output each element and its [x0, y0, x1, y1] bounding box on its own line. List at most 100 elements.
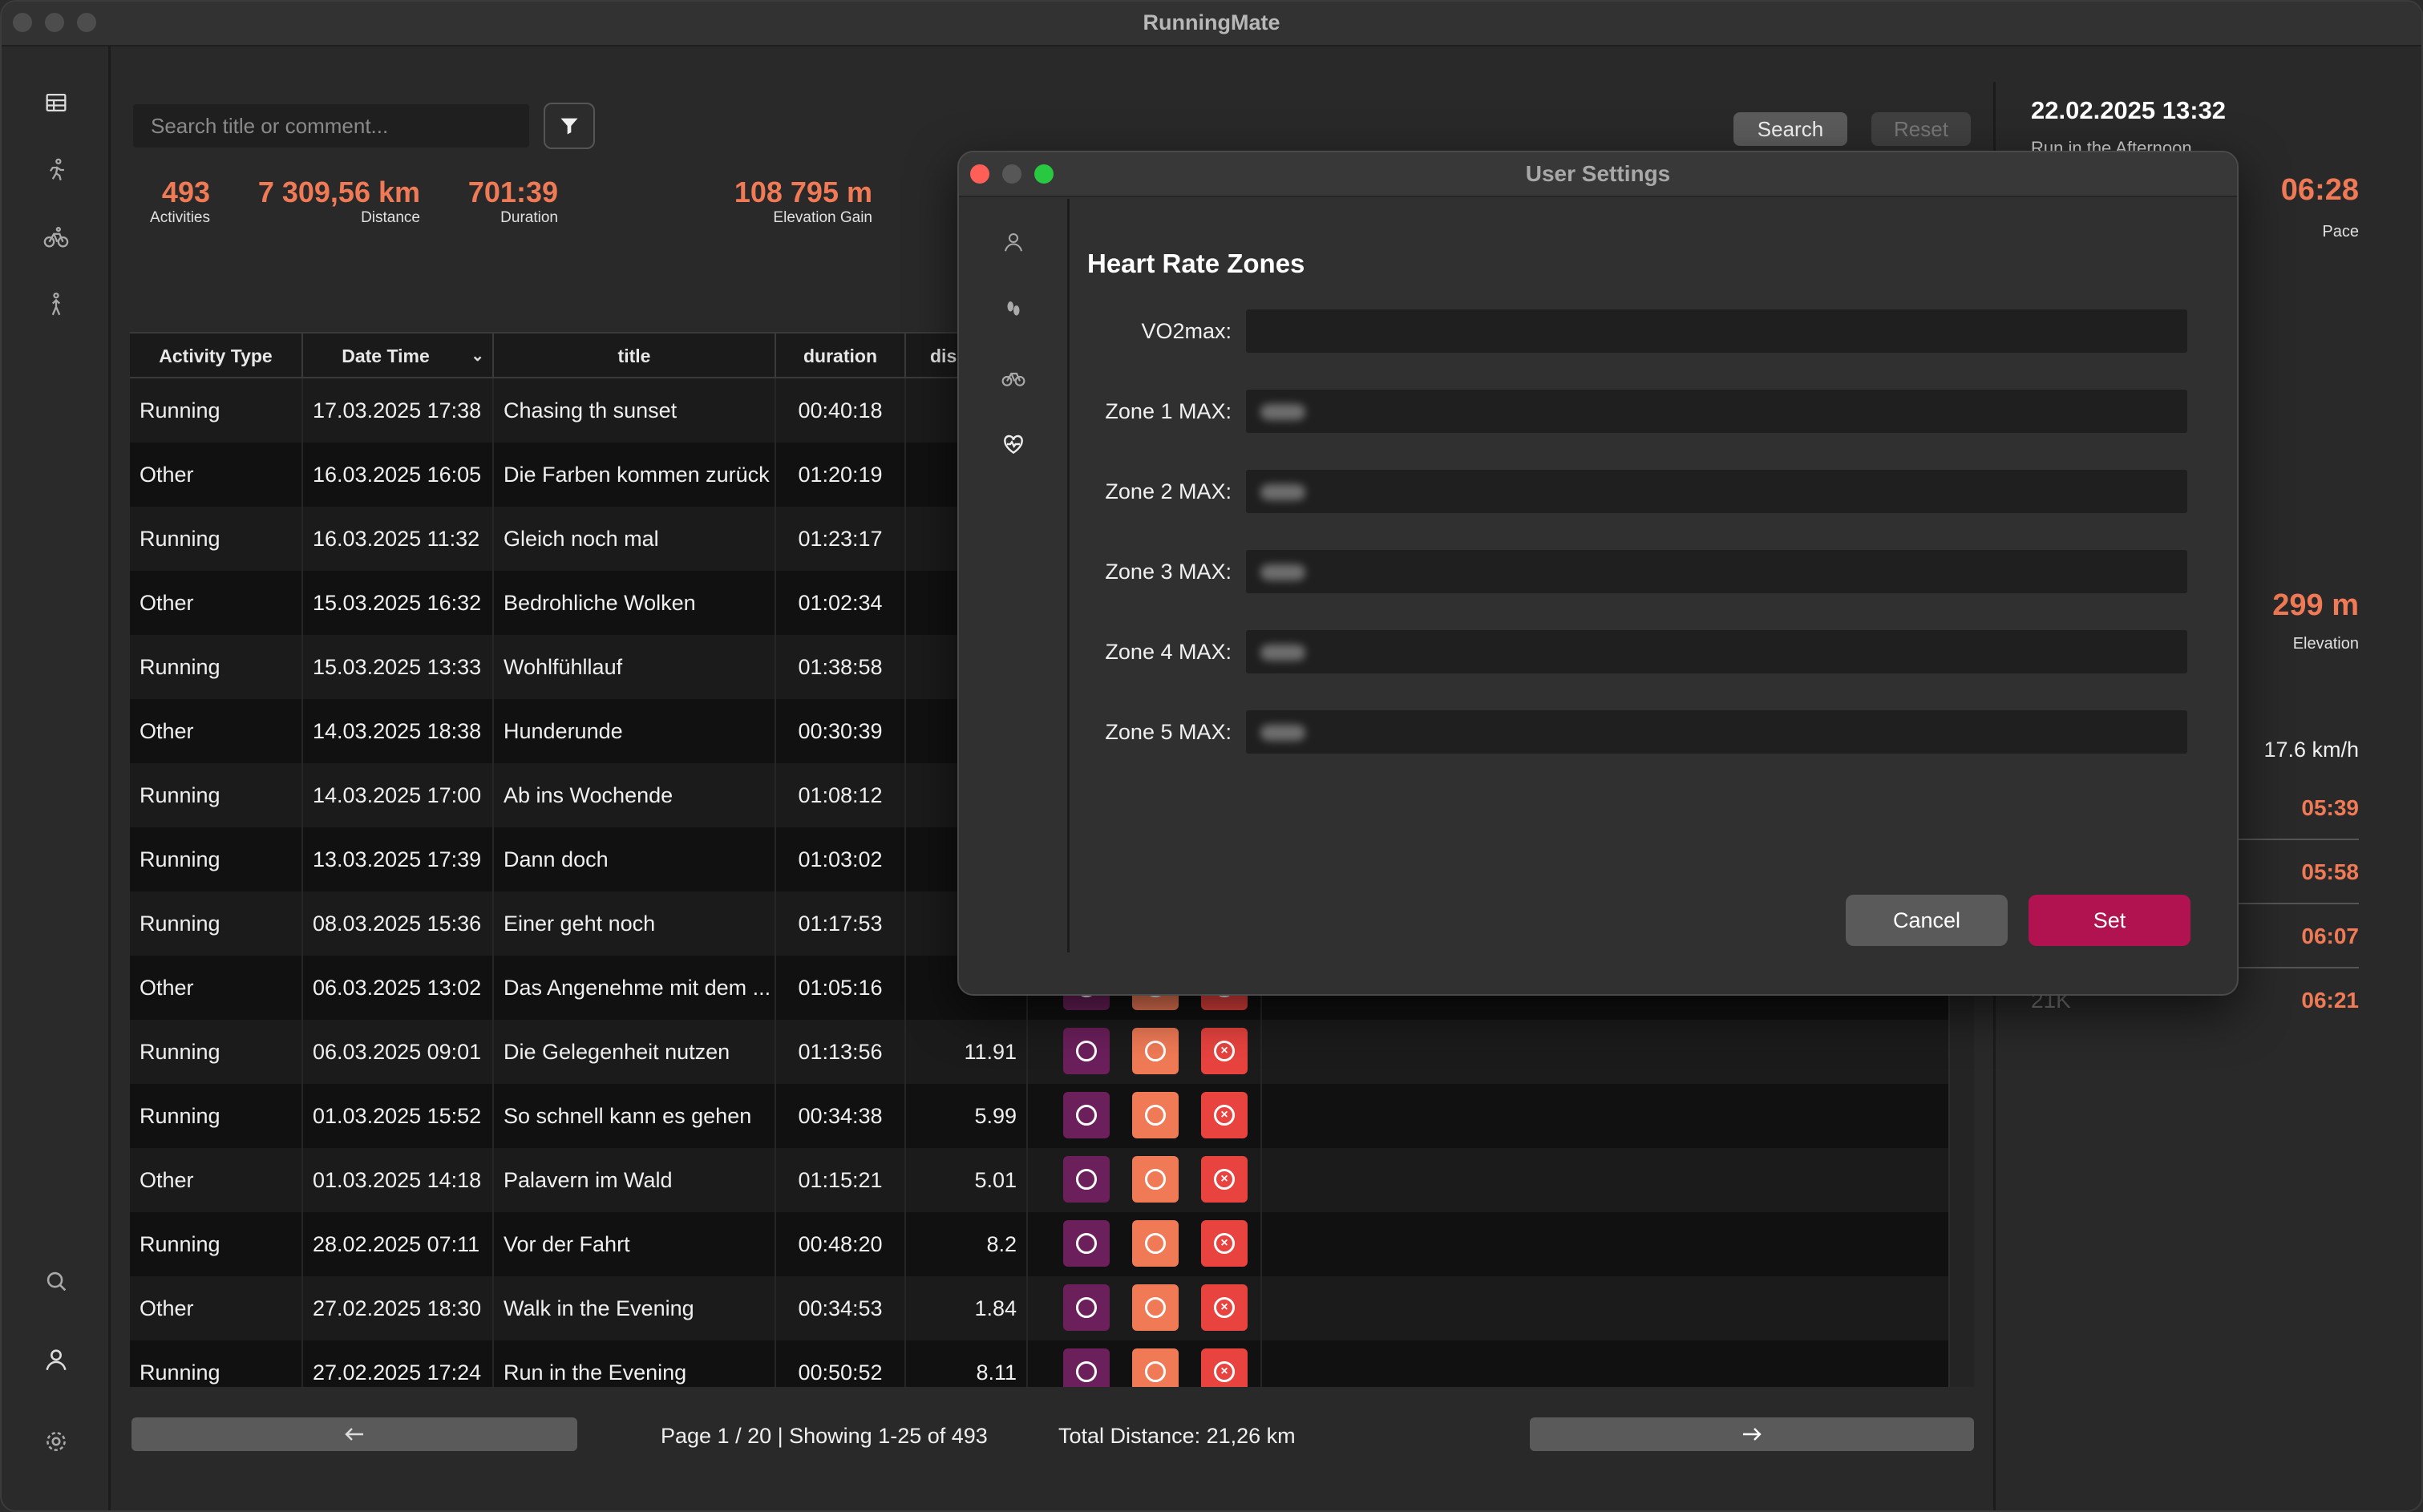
zone4-label: Zone 4 MAX:	[1105, 640, 1232, 664]
stat-label: Duration	[500, 209, 558, 226]
cell-activity-type: Running	[130, 1020, 303, 1084]
action-column-divider	[1260, 1084, 1262, 1148]
delete-activity-button[interactable]: ×	[1201, 1284, 1248, 1331]
zone4-field[interactable]	[1246, 630, 2187, 673]
garmin-link-button[interactable]	[1132, 1092, 1179, 1138]
cell-activity-type: Other	[130, 1148, 303, 1212]
zone3-label: Zone 3 MAX:	[1105, 560, 1232, 584]
strava-icon	[1076, 1105, 1097, 1126]
settings-gear-icon[interactable]	[37, 1422, 75, 1461]
dialog-zoom-button[interactable]	[1034, 164, 1054, 184]
cell-date-time: 15.03.2025 13:33	[303, 635, 494, 699]
action-column-divider	[1260, 1276, 1262, 1340]
next-page-button[interactable]	[1530, 1417, 1974, 1451]
cancel-button[interactable]: Cancel	[1846, 895, 2008, 946]
strava-icon	[1076, 1041, 1097, 1061]
split-value: 05:39	[2301, 795, 2359, 820]
strava-link-button[interactable]	[1063, 1028, 1110, 1074]
cell-duration: 01:03:02	[776, 827, 906, 891]
stat-duration: 701:39 Duration	[451, 176, 558, 228]
dialog-minimize-button[interactable]	[1002, 164, 1021, 184]
strava-link-button[interactable]	[1063, 1092, 1110, 1138]
delete-activity-button[interactable]: ×	[1201, 1028, 1248, 1074]
cell-duration: 00:30:39	[776, 699, 906, 763]
elevation-label: Elevation	[2292, 635, 2359, 653]
garmin-link-button[interactable]	[1132, 1348, 1179, 1387]
profile-icon[interactable]	[994, 223, 1033, 261]
search-button[interactable]: Search	[1733, 112, 1847, 146]
garmin-link-button[interactable]	[1132, 1028, 1179, 1074]
cell-activity-type: Other	[130, 443, 303, 507]
heart-rate-zones-heading: Heart Rate Zones	[1087, 249, 1305, 278]
cycling-icon[interactable]	[37, 218, 75, 257]
table-row[interactable]: Running 27.02.2025 17:24 Run in the Evenin…	[130, 1340, 1948, 1387]
cell-title: Palavern im Wald	[494, 1148, 776, 1212]
split-value: 06:07	[2301, 924, 2359, 948]
stat-value: 108 795 m	[734, 176, 872, 208]
action-column-divider	[1260, 1212, 1262, 1276]
delete-activity-button[interactable]: ×	[1201, 1092, 1248, 1138]
previous-page-button[interactable]	[131, 1417, 577, 1451]
search-input[interactable]: Search title or comment...	[133, 104, 529, 148]
zone5-label: Zone 5 MAX:	[1105, 720, 1232, 744]
table-row[interactable]: Running 28.02.2025 07:11 Vor der Fahrt 00:4…	[130, 1212, 1948, 1276]
cell-distance: 5.99	[906, 1084, 1028, 1148]
cell-activity-type: Running	[130, 378, 303, 443]
running-icon[interactable]	[37, 151, 75, 189]
sidebar	[2, 46, 111, 1510]
delete-x-icon: ×	[1214, 1169, 1235, 1190]
user-icon[interactable]	[37, 1340, 75, 1379]
cell-duration: 01:08:12	[776, 763, 906, 827]
pace-label: Pace	[2322, 223, 2359, 241]
reset-button[interactable]: Reset	[1871, 112, 1971, 146]
zone2-field[interactable]	[1246, 470, 2187, 513]
strava-link-button[interactable]	[1063, 1348, 1110, 1387]
column-date-time[interactable]: Date Time ⌄	[303, 334, 494, 378]
cell-date-time: 27.02.2025 18:30	[303, 1276, 494, 1340]
table-view-icon[interactable]	[37, 83, 75, 122]
stat-value: 493	[161, 176, 210, 208]
pace-value: 06:28	[2280, 173, 2359, 207]
zone3-field[interactable]	[1246, 550, 2187, 593]
set-button[interactable]: Set	[2029, 895, 2190, 946]
strava-link-button[interactable]	[1063, 1156, 1110, 1203]
cell-duration: 01:05:16	[776, 956, 906, 1020]
zone1-field[interactable]	[1246, 390, 2187, 433]
elevation-value: 299 m	[2272, 588, 2359, 622]
delete-activity-button[interactable]: ×	[1201, 1156, 1248, 1203]
dialog-close-button[interactable]	[970, 164, 989, 184]
stat-value: 7 309,56 km	[257, 176, 420, 208]
dialog-title: User Settings	[959, 152, 2237, 197]
filter-button[interactable]	[544, 103, 595, 149]
cell-activity-type: Running	[130, 891, 303, 956]
strava-icon	[1076, 1297, 1097, 1318]
table-row[interactable]: Other 27.02.2025 18:30 Walk in the Evening…	[130, 1276, 1948, 1340]
garmin-link-button[interactable]	[1132, 1156, 1179, 1203]
garmin-link-button[interactable]	[1132, 1284, 1179, 1331]
column-title[interactable]: title	[494, 334, 776, 378]
column-activity-type[interactable]: Activity Type	[130, 334, 303, 378]
column-duration[interactable]: duration	[776, 334, 906, 378]
table-row[interactable]: Other 01.03.2025 14:18 Palavern im Wald 01:…	[130, 1148, 1948, 1212]
walking-icon[interactable]	[37, 285, 75, 324]
garmin-link-button[interactable]	[1132, 1220, 1179, 1267]
search-icon[interactable]	[37, 1262, 75, 1300]
garmin-icon	[1145, 1361, 1166, 1382]
split-value: 05:58	[2301, 859, 2359, 884]
zone5-field[interactable]	[1246, 710, 2187, 754]
cell-duration: 01:20:19	[776, 443, 906, 507]
redacted-value	[1260, 645, 1305, 661]
zone2-label: Zone 2 MAX:	[1105, 479, 1232, 503]
table-row[interactable]: Running 01.03.2025 15:52 So schnell kann e…	[130, 1084, 1948, 1148]
cell-date-time: 16.03.2025 11:32	[303, 507, 494, 571]
strava-link-button[interactable]	[1063, 1220, 1110, 1267]
cell-title: Chasing th sunset	[494, 378, 776, 443]
garmin-icon	[1145, 1041, 1166, 1061]
delete-activity-button[interactable]: ×	[1201, 1220, 1248, 1267]
delete-activity-button[interactable]: ×	[1201, 1348, 1248, 1387]
cell-title: Das Angenehme mit dem ...	[494, 956, 776, 1020]
vo2max-field[interactable]	[1246, 309, 2187, 353]
column-date-time-label: Date Time	[342, 346, 430, 366]
table-row[interactable]: Running 06.03.2025 09:01 Die Gelegenheit n…	[130, 1020, 1948, 1084]
strava-link-button[interactable]	[1063, 1284, 1110, 1331]
